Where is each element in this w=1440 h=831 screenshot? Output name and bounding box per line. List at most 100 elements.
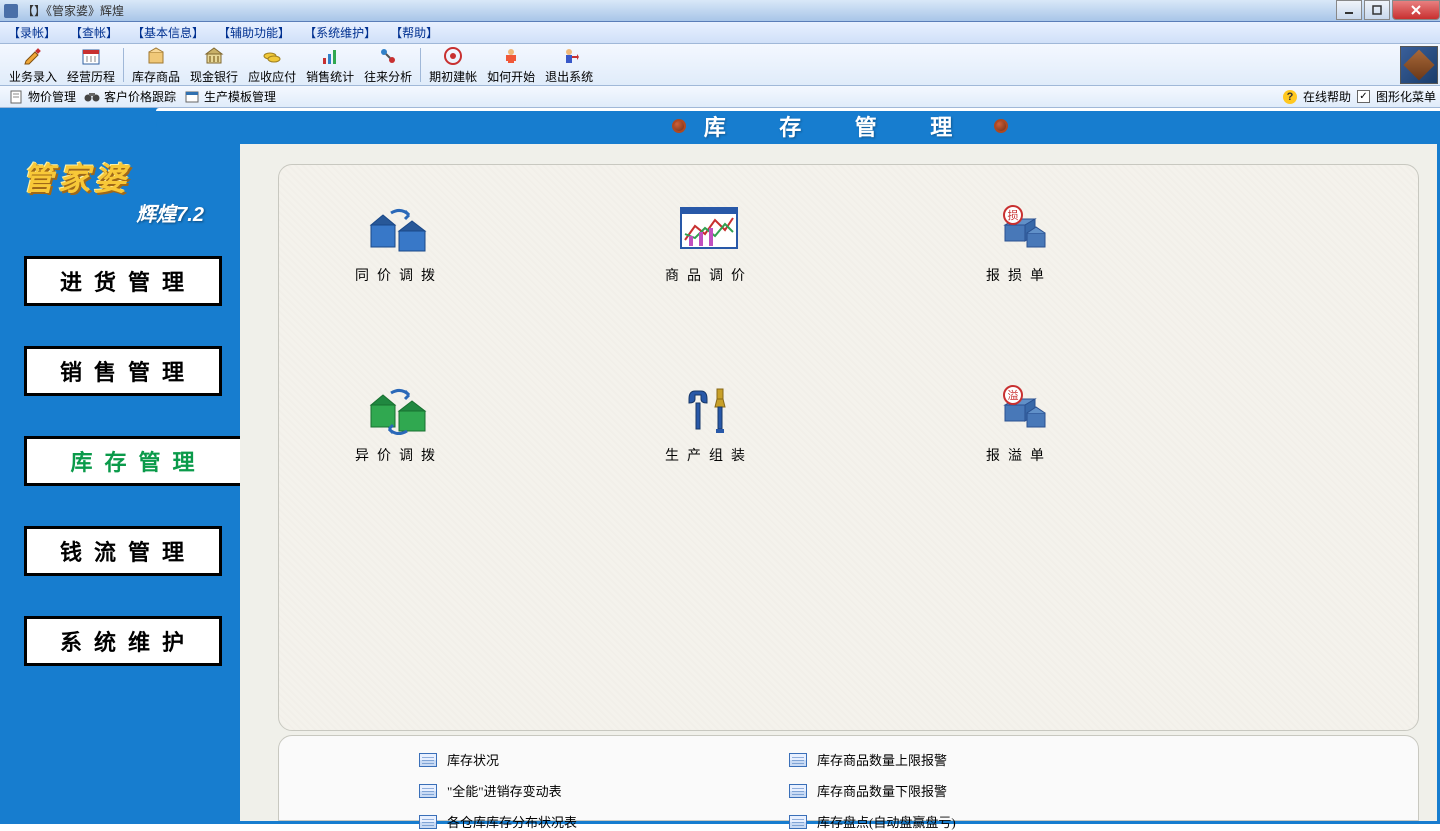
tool-label: 应收应付 (248, 68, 296, 85)
nav-label: 销售管理 (27, 349, 219, 393)
tools-icon (675, 385, 743, 435)
bottom-links-panel: 库存状况 库存商品数量上限报警 "全能"进销存变动表 库存商品数量下限报警 各仓… (278, 735, 1419, 821)
ornament-icon (672, 119, 686, 133)
tool-relation[interactable]: 往来分析 (359, 44, 417, 86)
tool-stock[interactable]: 库存商品 (127, 44, 185, 86)
svg-text:溢: 溢 (1008, 388, 1019, 402)
logo-main: 管家婆 (22, 154, 224, 200)
person-icon (500, 45, 522, 67)
menu-basic-info[interactable]: 【基本信息】 (132, 24, 204, 41)
nav-sales[interactable]: 销售管理 (24, 346, 222, 396)
logo-sub: 辉煌7.2 (22, 198, 224, 227)
tool-receivable[interactable]: 应收应付 (243, 44, 301, 86)
loss-icon: 损 (985, 205, 1053, 255)
close-icon (1410, 5, 1422, 15)
tool-init[interactable]: 期初建帐 (424, 44, 482, 86)
nav-purchase[interactable]: 进货管理 (24, 256, 222, 306)
icon-label: 报损单 (986, 265, 1052, 285)
brand-cube-icon (1400, 46, 1438, 84)
page-title: 库 存 管 理 (704, 110, 977, 142)
btn-transfer-same-price[interactable]: 同价调拨 (339, 205, 459, 285)
close-button[interactable] (1392, 0, 1440, 20)
nav-label: 库存管理 (27, 439, 240, 483)
bank-icon (203, 45, 225, 67)
icon-label: 生产组装 (665, 445, 753, 465)
link-label: 各仓库库存分布状况表 (447, 812, 577, 831)
content-area: 同价调拨 商品调价 损 报损单 异价调拨 (240, 144, 1440, 824)
tool-label: 经营历程 (67, 68, 115, 85)
tb2-customer-price[interactable]: 客户价格跟踪 (80, 88, 180, 105)
menu-query[interactable]: 【查帐】 (70, 24, 118, 41)
link-lower-alarm[interactable]: 库存商品数量下限报警 (789, 781, 1039, 800)
tb2-label: 客户价格跟踪 (104, 88, 176, 105)
tb2-label: 生产模板管理 (204, 88, 276, 105)
tool-label: 业务录入 (9, 68, 57, 85)
link-warehouse-dist[interactable]: 各仓库库存分布状况表 (419, 812, 669, 831)
link-label: 库存商品数量上限报警 (817, 750, 947, 769)
btn-transfer-diff-price[interactable]: 异价调拨 (339, 385, 459, 465)
link-label: 库存商品数量下限报警 (817, 781, 947, 800)
warehouse-transfer-diff-icon (365, 385, 433, 435)
tool-history[interactable]: 经营历程 (62, 44, 120, 86)
btn-overflow-report[interactable]: 溢 报溢单 (959, 385, 1079, 465)
link-label: "全能"进销存变动表 (447, 781, 562, 800)
table-icon (419, 784, 437, 798)
btn-assembly[interactable]: 生产组装 (649, 385, 769, 465)
link-upper-alarm[interactable]: 库存商品数量上限报警 (789, 750, 1039, 769)
app-icon (4, 4, 18, 18)
minimize-button[interactable] (1336, 0, 1362, 20)
menu-help[interactable]: 【帮助】 (390, 24, 438, 41)
logo: 管家婆 辉煌7.2 (6, 144, 240, 244)
tool-label: 现金银行 (190, 68, 238, 85)
nav-inventory[interactable]: 库存管理 (24, 436, 240, 486)
table-icon (789, 784, 807, 798)
calendar-icon (80, 45, 102, 67)
doc-icon (8, 90, 24, 104)
table-icon (419, 753, 437, 767)
window-title: 【】《管家婆》辉煌 (22, 2, 124, 19)
overflow-icon: 溢 (985, 385, 1053, 435)
menu-record[interactable]: 【录帐】 (8, 24, 56, 41)
link-stock-check[interactable]: 库存盘点(自动盘赢盘亏) (789, 812, 1039, 831)
menu-aux[interactable]: 【辅助功能】 (218, 24, 290, 41)
icon-label: 异价调拨 (355, 445, 443, 465)
btn-loss-report[interactable]: 损 报损单 (959, 205, 1079, 285)
table-icon (419, 815, 437, 829)
toolbar-separator (123, 48, 124, 82)
chart-reprice-icon (675, 205, 743, 255)
nav-sysmaint[interactable]: 系统维护 (24, 616, 222, 666)
workspace: 库 存 管 理 管家婆 辉煌7.2 进货管理 销售管理 库存管理 钱流管理 系统… (0, 108, 1440, 824)
tool-cash[interactable]: 现金银行 (185, 44, 243, 86)
tool-sales-stat[interactable]: 销售统计 (301, 44, 359, 86)
help-icon[interactable]: ? (1283, 90, 1297, 104)
pencil-icon (22, 45, 44, 67)
nav-cashflow[interactable]: 钱流管理 (24, 526, 222, 576)
icon-grid: 同价调拨 商品调价 损 报损单 异价调拨 (278, 164, 1419, 731)
toolbar-separator (420, 48, 421, 82)
tb2-price-mgmt[interactable]: 物价管理 (4, 88, 80, 105)
tool-howto[interactable]: 如何开始 (482, 44, 540, 86)
relation-icon (377, 45, 399, 67)
tool-exit[interactable]: 退出系统 (540, 44, 598, 86)
link-allinone-report[interactable]: "全能"进销存变动表 (419, 781, 669, 800)
binoculars-icon (84, 90, 100, 104)
menubar: 【录帐】 【查帐】 【基本信息】 【辅助功能】 【系统维护】 【帮助】 (0, 22, 1440, 44)
maximize-icon (1372, 5, 1382, 15)
chart-icon (319, 45, 341, 67)
maximize-button[interactable] (1364, 0, 1390, 20)
link-stock-status[interactable]: 库存状况 (419, 750, 669, 769)
sidebar: 库 存 管 理 管家婆 辉煌7.2 进货管理 销售管理 库存管理 钱流管理 系统… (0, 108, 240, 824)
nav-label: 钱流管理 (27, 529, 219, 573)
online-help-link[interactable]: 在线帮助 (1303, 88, 1351, 105)
exit-icon (558, 45, 580, 67)
tool-label: 退出系统 (545, 68, 593, 85)
btn-reprice[interactable]: 商品调价 (649, 205, 769, 285)
tb2-right: ? 在线帮助 ✓ 图形化菜单 (1283, 88, 1436, 105)
gfx-menu-checkbox[interactable]: ✓ (1357, 90, 1370, 103)
tb2-template-mgmt[interactable]: 生产模板管理 (180, 88, 280, 105)
icon-label: 报溢单 (986, 445, 1052, 465)
menu-sys-maint[interactable]: 【系统维护】 (304, 24, 376, 41)
box-icon (145, 45, 167, 67)
init-icon (442, 45, 464, 67)
tool-biz-input[interactable]: 业务录入 (4, 44, 62, 86)
